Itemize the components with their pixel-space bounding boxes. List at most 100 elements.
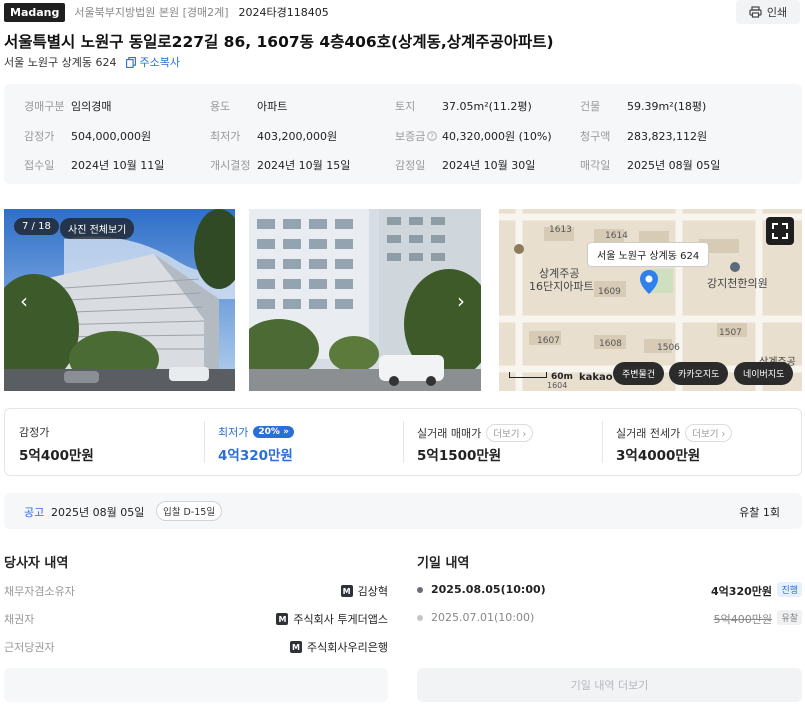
schedule-row: 2025.07.01(10:00) 5억400만원 유찰: [417, 608, 802, 628]
kakao-map-button[interactable]: 카카오지도: [669, 362, 729, 385]
land-label: 토지: [395, 100, 416, 113]
deposit-label-wrap: 보증금 ?: [395, 128, 438, 144]
schedule-amount: 5억400만원: [713, 613, 772, 626]
deposit-value: 40,320,000원 (10%): [442, 130, 552, 143]
copy-address-button[interactable]: 주소복사: [126, 54, 180, 70]
party-name: 주식회사 투게더앱스: [293, 613, 388, 626]
court-name: 서울북부지방법원 본원 [경매2계]: [74, 6, 229, 19]
map-scale: [509, 372, 547, 378]
use-value: 아파트: [257, 100, 288, 113]
copy-icon: [126, 56, 137, 68]
price-lease-label-wrap: 실거래 전세가 더보기 ›: [616, 424, 733, 442]
chevron-left-icon[interactable]: ‹: [20, 289, 28, 313]
naver-map-button[interactable]: 네이버지도: [734, 362, 794, 385]
party-name-wrap: M 김상혁: [340, 583, 388, 599]
min-price-label: 최저가: [210, 130, 241, 143]
received-label: 접수일: [24, 159, 55, 172]
party-name: 주식회사우리은행: [307, 641, 388, 654]
divider: [403, 421, 404, 463]
received-value: 2024년 10월 11일: [71, 159, 165, 172]
case-number: 2024타경118405: [238, 6, 329, 19]
price-trade-label-wrap: 실거래 매매가 더보기 ›: [417, 424, 534, 442]
double-chevron-down-icon: »: [283, 427, 289, 437]
claim-label: 청구액: [580, 130, 611, 143]
party-role: 근저당권자: [4, 641, 55, 654]
photo-counter: 7 / 18: [14, 218, 59, 235]
price-lease-value: 3억4000만원: [616, 448, 701, 464]
party-row: 채무자겸소유자 M 김상혁: [4, 580, 388, 600]
member-badge: M: [290, 641, 303, 653]
page-title: 서울특별시 노원구 동일로227길 86, 1607동 4층406호(상계동,상…: [4, 33, 554, 51]
appraisal-date-value: 2024년 10월 30일: [442, 159, 536, 172]
price-trade-value: 5억1500만원: [417, 448, 502, 464]
location-map[interactable]: 1613 1614 상계주공 16단지아파트 1609 강지천한의원 1607 …: [499, 209, 802, 391]
help-icon[interactable]: ?: [427, 131, 438, 141]
info-panel: 경매구분 임의경매 용도 아파트 토지 37.05m²(11.2평) 건물 59…: [4, 84, 802, 184]
status-badge: 유찰: [777, 610, 802, 625]
divider: [602, 421, 603, 463]
price-appraisal-label: 감정가: [19, 426, 50, 439]
decision-label: 개시결정: [210, 159, 251, 172]
schedule-more-button[interactable]: 기일 내역 더보기: [417, 668, 802, 702]
claim-value: 283,823,112원: [627, 130, 708, 143]
print-button[interactable]: 인쇄: [736, 0, 800, 24]
building-label: 건물: [580, 100, 601, 113]
price-trade-label: 실거래 매매가: [417, 427, 482, 440]
map-label: 강지천한의원: [707, 277, 768, 290]
map-scale-label: 60m: [551, 372, 573, 382]
appraisal-value: 504,000,000원: [71, 130, 152, 143]
more-label: 더보기: [692, 429, 719, 440]
property-photo-2[interactable]: ›: [249, 209, 481, 391]
party-row: 채권자 M 주식회사 투게더앱스: [4, 608, 388, 628]
auction-type-label: 경매구분: [24, 100, 65, 113]
land-value: 37.05m²(11.2평): [442, 100, 532, 113]
madang-logo[interactable]: Madang: [4, 2, 66, 22]
party-name: 김상혁: [357, 585, 388, 598]
map-tooltip: 서울 노원구 상계동 624: [587, 242, 710, 267]
map-label: 1614: [605, 231, 628, 241]
nearby-items-button[interactable]: 주변물건: [613, 362, 665, 385]
map-label: 1607: [537, 336, 560, 346]
map-label: 1507: [719, 328, 742, 338]
status-dot: [417, 615, 423, 621]
map-label: 1604: [547, 381, 568, 390]
sub-address: 서울 노원구 상계동 624: [4, 56, 117, 69]
top-bar: Madang 서울북부지방법원 본원 [경매2계] 2024타경118405: [4, 0, 804, 24]
notice-label[interactable]: 공고: [24, 504, 44, 520]
decision-value: 2024년 10월 15일: [257, 159, 351, 172]
member-badge: M: [276, 613, 289, 625]
closing-label: 매각일: [580, 159, 611, 172]
printer-icon: [749, 6, 762, 18]
trade-more-button[interactable]: 더보기 ›: [486, 424, 534, 442]
price-lease-label: 실거래 전세가: [616, 427, 681, 440]
lease-more-button[interactable]: 더보기 ›: [685, 424, 733, 442]
map-label: 1608: [599, 339, 622, 349]
parties-more-box: [4, 668, 388, 702]
discount-value: 20%: [258, 427, 280, 437]
map-label: 1506: [657, 343, 680, 353]
price-summary: 감정가 5억400만원 최저가 20% » 4억320만원 실거래 매매가 더보…: [4, 408, 802, 476]
parties-title: 당사자 내역: [4, 556, 69, 571]
min-price-value: 403,200,000원: [257, 130, 338, 143]
schedule-title: 기일 내역: [417, 556, 470, 571]
notice-date: 2025년 08월 05일: [51, 506, 145, 519]
closing-value: 2025년 08월 05일: [627, 159, 721, 172]
auction-type-value: 임의경매: [71, 100, 112, 113]
print-label: 인쇄: [766, 6, 788, 19]
fail-count: 유찰 1회: [739, 506, 780, 519]
kakao-logo: kakao: [579, 372, 613, 383]
schedule-date: 2025.07.01(10:00): [431, 611, 535, 624]
dday-badge: 입찰 D-15일: [156, 501, 223, 521]
price-trade: 실거래 매매가 더보기 › 5억1500만원: [417, 409, 597, 475]
price-min: 최저가 20% » 4억320만원: [218, 409, 398, 475]
map-label: 1609: [598, 287, 621, 297]
price-min-label-wrap: 최저가 20% »: [218, 424, 294, 440]
view-all-photos-button[interactable]: 사진 전체보기: [60, 218, 135, 239]
party-row: 근저당권자 M 주식회사우리은행: [4, 636, 388, 656]
member-badge: M: [340, 585, 353, 597]
appraisal-label: 감정가: [24, 130, 55, 143]
fullscreen-button[interactable]: [766, 217, 794, 245]
chevron-right-icon[interactable]: ›: [457, 289, 465, 313]
property-photo-1[interactable]: 7 / 18 사진 전체보기 ‹: [4, 209, 235, 391]
map-label: 1613: [549, 225, 572, 235]
